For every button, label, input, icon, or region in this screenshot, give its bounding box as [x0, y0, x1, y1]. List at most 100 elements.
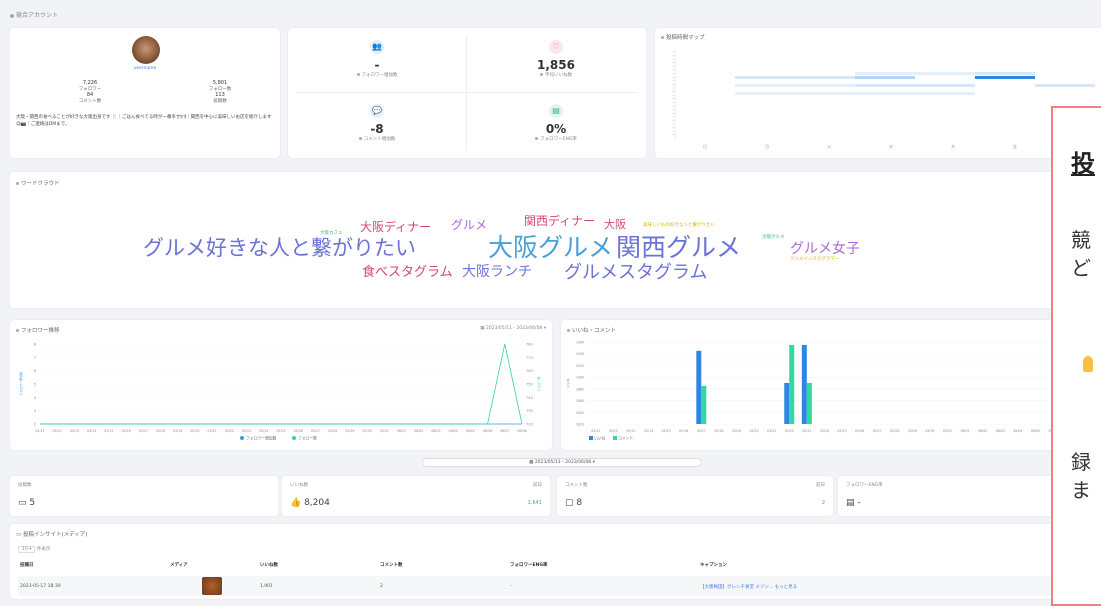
word: 大阪カフェ [320, 231, 343, 236]
table-row[interactable]: 2023-05-17 18:30 1,901 2 - 【大阪梅田】グレンチ食堂 … [18, 576, 1098, 596]
bar-likes [801, 344, 807, 424]
x-tick-label: 05/12 [609, 429, 618, 433]
y2-tick-label: 770 [526, 356, 533, 360]
word: 大阪ディナー [360, 220, 432, 234]
x-tick-label: 05/16 [679, 429, 688, 433]
wordcloud-title: ワードクラウド [16, 179, 60, 187]
page-title: 競合アカウント [10, 10, 58, 19]
x-tick-label: 05/25 [276, 429, 285, 433]
y2-axis-label: フォロー数 [536, 376, 541, 391]
x-tick-label: 06/02 [978, 429, 987, 433]
heatmap-chart: 日月火水木金 [672, 50, 1095, 149]
person-icon: 👥 [370, 40, 384, 54]
col-caption[interactable]: キャプション [700, 562, 727, 568]
y-tick-label: 5 [34, 383, 36, 387]
heatmap-cell [735, 76, 855, 79]
heatmap-day-label: 日 [703, 144, 707, 149]
rows-per-page[interactable]: 10 ▾ 件表示 [18, 546, 50, 553]
heatmap-day-label: 金 [1013, 143, 1017, 149]
x-tick-label: 06/06 [483, 429, 492, 433]
x-tick-label: 06/05 [466, 429, 475, 433]
col-date[interactable]: 投稿日 [20, 562, 34, 568]
x-tick-label: 05/17 [697, 429, 706, 433]
bar-likes [696, 350, 702, 424]
x-tick-label: 05/21 [767, 429, 776, 433]
y2-tick-label: 750 [526, 383, 533, 387]
col-comments[interactable]: コメント数 [380, 562, 403, 568]
avatar[interactable] [132, 36, 160, 64]
period-selector[interactable]: ▦ 2023/05/11 - 2023/06/08 ▾ [422, 458, 702, 467]
legend-label: コメント [618, 436, 633, 441]
wordcloud-card: ワードクラウド グルメ好きな人と繋がりたい 大阪グルメ 関西グルメ グルメ女子 … [10, 172, 1101, 308]
kpi-avg-likes: ♡ 1,856 平均いいね数 [537, 40, 575, 78]
comment-icon: ▢ [565, 498, 577, 508]
y2-tick-label: 720 [526, 423, 533, 427]
follower-line-chart: 2345678720730740750760770780フォロワー増加数 フォロー… [18, 343, 541, 441]
insight-title: ▭ 投稿インサイト(メディア) [16, 532, 88, 538]
engagement-icon: ▤ [846, 498, 858, 508]
monitor-icon: ▭ [18, 498, 30, 508]
y-tick-label: 1860 [576, 399, 584, 403]
x-tick-label: 05/23 [802, 429, 811, 433]
y-tick-label: 2 [34, 423, 36, 427]
word: 食べスタグラム [362, 265, 453, 280]
word: 美味しいもの好きな人と繋がりたい [643, 223, 715, 228]
y-tick-label: 1900 [576, 376, 584, 380]
word: グルメインスタグラマー [790, 257, 840, 262]
heatmap-cell [975, 72, 1035, 75]
x-tick-label: 05/25 [837, 429, 846, 433]
x-tick-label: 05/30 [925, 429, 934, 433]
heatmap-cell [735, 84, 855, 87]
media-thumbnail[interactable] [202, 577, 222, 595]
col-media[interactable]: メディア [170, 562, 188, 568]
x-tick-label: 05/15 [662, 429, 671, 433]
x-tick-label: 05/23 [242, 429, 251, 433]
overlay-heading: 投 [1071, 150, 1095, 178]
y-tick-label: 1960 [576, 341, 584, 345]
x-tick-label: 06/05 [1031, 429, 1040, 433]
x-tick-label: 05/11 [591, 429, 600, 433]
y-axis-label: いいね [566, 378, 570, 387]
word: 関西ディナー [524, 214, 596, 228]
legend-label: いいね [594, 436, 606, 441]
likes-bar-chart: 1820 1840 1860 1880 1900 1920 1940 1960 いいね 05/11… [566, 341, 1097, 441]
y-axis-label: フォロワー増加数 [18, 372, 23, 396]
word: 大阪グルメ [762, 235, 785, 240]
bar-likes [784, 383, 790, 424]
x-tick-label: 05/13 [626, 429, 635, 433]
heart-icon: ♡ [549, 40, 563, 54]
heatmap-day-label: 月 [765, 144, 769, 149]
y-tick-label: 8 [34, 343, 36, 347]
heatmap-day-label: 水 [889, 143, 893, 149]
x-tick-label: 05/28 [328, 429, 337, 433]
likes-chart-card: いいね・コメント 1820 1840 1860 1880 1900 1920 1940 196… [561, 320, 1101, 450]
col-likes[interactable]: いいね数 [260, 562, 278, 568]
x-tick-label: 05/14 [87, 429, 96, 433]
heatmap-cell [855, 72, 975, 75]
x-tick-label: 05/29 [345, 429, 354, 433]
x-tick-label: 05/18 [714, 429, 723, 433]
x-tick-label: 06/03 [431, 429, 440, 433]
x-tick-label: 06/02 [414, 429, 423, 433]
x-tick-label: 05/19 [732, 429, 741, 433]
legend-marker [589, 436, 593, 440]
x-tick-label: 05/27 [311, 429, 320, 433]
y-tick-label: 1840 [576, 411, 584, 415]
heatmap-cell [975, 76, 1035, 79]
bar-comments [806, 383, 812, 424]
follower-chart-card: フォロワー推移 ▦ 2023/05/11 - 2023/06/08 ▾ 2345… [10, 320, 552, 450]
x-tick-label: 06/08 [517, 429, 526, 433]
col-eng[interactable]: フォロワーENG率 [510, 562, 548, 568]
x-tick-label: 06/04 [449, 429, 458, 433]
thumbs-up-icon: 👍 [290, 498, 305, 508]
x-tick-label: 06/01 [397, 429, 406, 433]
summary-posts: 投稿数 ▭ 5 [10, 476, 278, 516]
kpi-follower-increase: 👥 - フォロワー増加数 [288, 34, 466, 78]
legend-marker [292, 436, 296, 440]
y-tick-label: 4 [34, 396, 37, 400]
x-tick-label: 05/29 [908, 429, 917, 433]
profile-username[interactable]: username [10, 66, 280, 71]
overlay-text: ど [1071, 256, 1091, 280]
word: グルメ [451, 218, 488, 232]
y-tick-label: 1820 [576, 423, 584, 427]
